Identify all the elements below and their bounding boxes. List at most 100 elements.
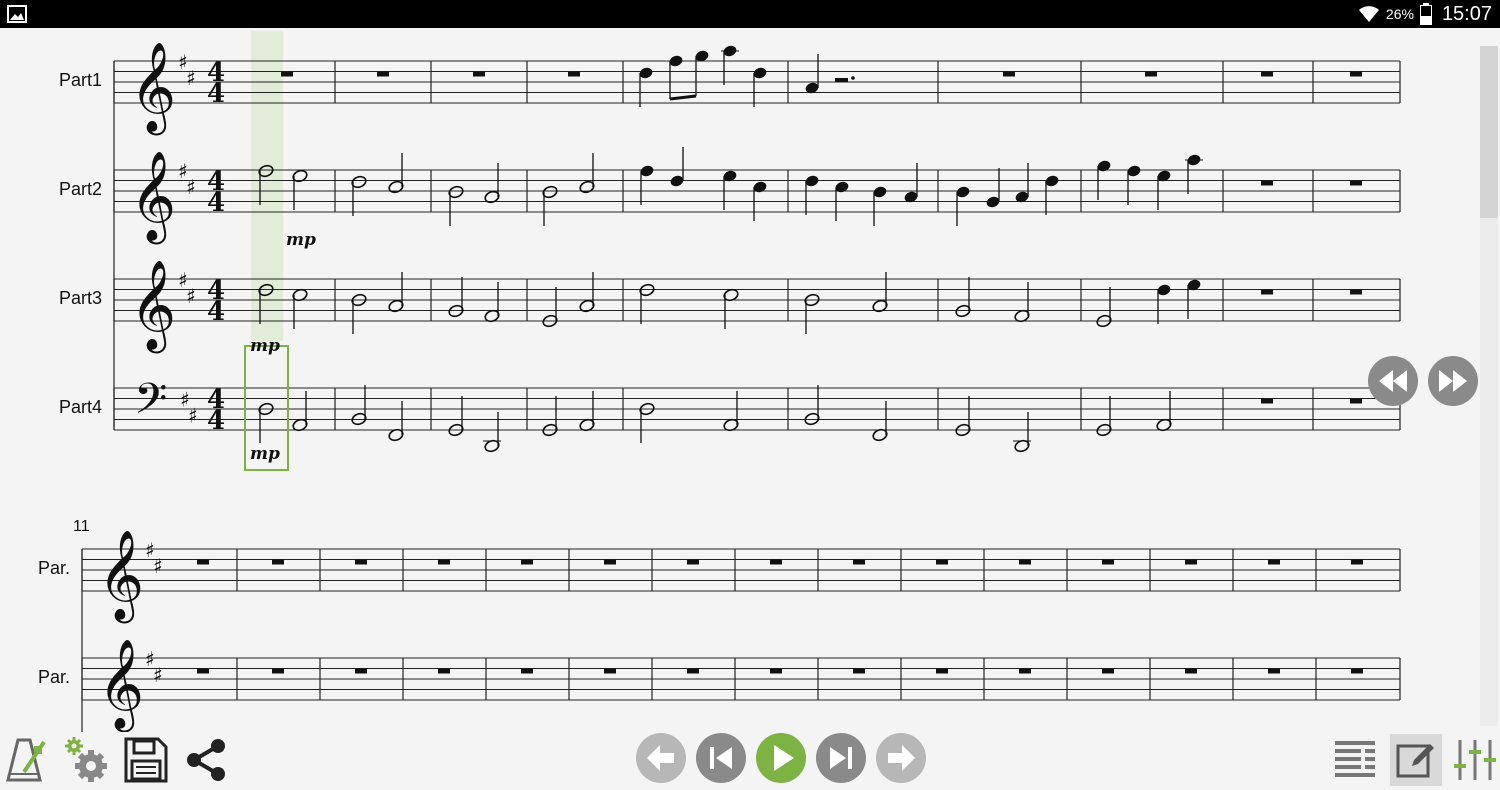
rewind-button[interactable] — [1368, 356, 1418, 406]
whole-rest — [473, 71, 485, 77]
next-icon — [830, 747, 852, 769]
whole-rest — [1185, 559, 1197, 565]
whole-rest — [1102, 668, 1114, 674]
whole-rest — [1003, 71, 1015, 77]
whole-rest — [1268, 668, 1280, 674]
previous-icon — [710, 747, 732, 769]
whole-rest — [604, 668, 616, 674]
part-name: Part4 — [59, 397, 103, 417]
mixer-button[interactable] — [1452, 736, 1498, 788]
next-button[interactable] — [816, 733, 866, 783]
previous-button[interactable] — [696, 733, 746, 783]
metronome-button[interactable] — [4, 736, 48, 788]
whole-rest — [604, 559, 616, 565]
time-signature: 4 — [207, 406, 225, 436]
score-view[interactable]: 𝄞 ♯ ♯ 4 4 𝄞 ♯ ♯ 4 4 𝄞 ♯ ♯ 4 4 𝄢 ♯ ♯ 4 4 𝄞 ♯ ♯ 𝄞 ♯ ♯ Part1 Part2 P… — [0, 28, 1500, 732]
whole-rest — [687, 668, 699, 674]
settings-button[interactable] — [64, 736, 110, 790]
fast-forward-button[interactable] — [1428, 356, 1478, 406]
whole-rest — [1145, 71, 1157, 77]
whole-rest — [770, 559, 782, 565]
whole-rest — [355, 559, 367, 565]
sharp-icon: ♯ — [186, 66, 196, 90]
undo-icon — [647, 745, 674, 771]
battery-icon — [1419, 3, 1432, 25]
scroll-thumb[interactable] — [1480, 46, 1498, 218]
half-rest — [835, 78, 848, 82]
gallery-icon — [7, 5, 27, 23]
redo-icon — [888, 745, 915, 771]
sharp-icon: ♯ — [186, 284, 196, 308]
redo-button[interactable] — [876, 733, 926, 783]
time-signature: 4 — [207, 188, 225, 218]
whole-rest — [521, 559, 533, 565]
dynamic-marking: mp — [286, 230, 316, 250]
whole-rest — [1351, 559, 1363, 565]
sharp-icon: ♯ — [153, 663, 163, 687]
clock: 15:07 — [1441, 2, 1492, 25]
layout-icon — [1335, 741, 1375, 777]
scrollbar[interactable] — [1480, 46, 1498, 726]
part-name: Par. — [38, 667, 71, 687]
whole-rest — [770, 668, 782, 674]
settings-icon — [65, 737, 107, 782]
part-name: Part2 — [59, 179, 103, 199]
time-signature: 4 — [207, 297, 225, 327]
whole-rest — [281, 71, 293, 77]
bottom-toolbar — [0, 732, 1500, 789]
whole-rest — [377, 71, 389, 77]
treble-clef-icon: 𝄞 — [130, 42, 176, 136]
share-button[interactable] — [184, 738, 228, 786]
whole-rest — [568, 71, 580, 77]
whole-rest — [1019, 668, 1031, 674]
whole-rest — [438, 559, 450, 565]
whole-rest — [687, 559, 699, 565]
whole-rest — [853, 668, 865, 674]
part-name: Par. — [38, 558, 71, 578]
whole-rest — [936, 668, 948, 674]
measure-number: 11 — [73, 518, 90, 535]
part-name: Part3 — [59, 288, 103, 308]
metronome-icon — [6, 738, 46, 782]
battery-percent: 26% — [1385, 6, 1414, 22]
sharp-icon: ♯ — [153, 554, 163, 578]
score-canvas[interactable]: 𝄞 ♯♯ 44𝄞 ♯♯ 44𝄞 ♯♯ 44𝄢 ♯♯44𝄞 ♯♯𝄞 ♯♯ — [0, 28, 1500, 732]
mixer-icon — [1454, 740, 1496, 780]
whole-rest — [1350, 71, 1362, 77]
whole-rest — [197, 668, 209, 674]
whole-rest — [272, 668, 284, 674]
play-button[interactable] — [756, 733, 806, 783]
fast-forward-icon — [1439, 370, 1467, 392]
edit-icon — [1396, 744, 1434, 778]
whole-rest — [1261, 71, 1273, 77]
whole-rest — [1102, 559, 1114, 565]
sharp-icon: ♯ — [186, 175, 196, 199]
dot — [851, 76, 855, 80]
sharp-icon: ♯ — [188, 403, 198, 427]
layout-button[interactable] — [1331, 737, 1379, 787]
edit-button[interactable] — [1390, 734, 1442, 786]
whole-rest — [1350, 289, 1362, 295]
undo-button[interactable] — [636, 733, 686, 783]
treble-clef-icon: 𝄞 — [130, 151, 176, 245]
whole-rest — [936, 559, 948, 565]
whole-rest — [1350, 398, 1362, 404]
whole-rest — [1019, 559, 1031, 565]
treble-clef-icon: 𝄞 — [98, 530, 144, 624]
play-icon — [774, 745, 794, 771]
save-icon — [124, 737, 168, 783]
save-button[interactable] — [124, 737, 168, 787]
whole-rest — [521, 668, 533, 674]
wifi-icon — [1358, 6, 1379, 22]
whole-rest — [1350, 180, 1362, 186]
share-icon — [187, 739, 225, 781]
part-name: Part1 — [59, 70, 103, 90]
rewind-icon — [1379, 370, 1407, 392]
whole-rest — [1351, 668, 1363, 674]
treble-clef-icon: 𝄞 — [98, 639, 144, 732]
whole-rest — [853, 559, 865, 565]
whole-rest — [438, 668, 450, 674]
beam — [669, 94, 697, 101]
whole-rest — [1261, 180, 1273, 186]
whole-rest — [355, 668, 367, 674]
